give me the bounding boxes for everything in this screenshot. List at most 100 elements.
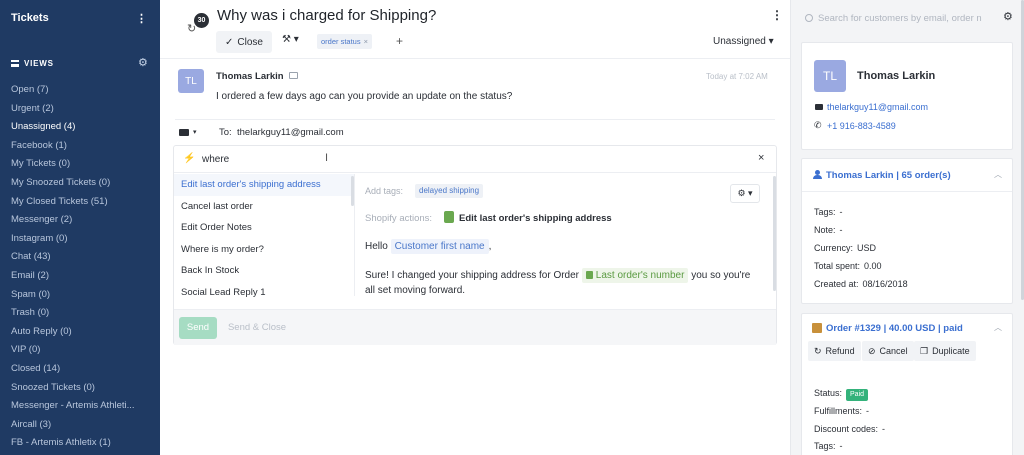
tag-label: order status bbox=[321, 37, 361, 46]
to-recipient[interactable]: thelarkguy11@gmail.com bbox=[237, 127, 344, 138]
sidebar-item[interactable]: VIP (0) bbox=[11, 344, 135, 363]
duplicate-button[interactable]: ❐ Duplicate bbox=[914, 341, 976, 361]
sidebar-item[interactable]: My Snoozed Tickets (0) bbox=[11, 177, 135, 196]
ticket-badge: ↻ 30 bbox=[184, 11, 209, 35]
customer-search-input[interactable] bbox=[818, 10, 990, 26]
preview-line: Sure! I changed your shipping address fo… bbox=[365, 268, 750, 283]
sidebar-item[interactable]: Email (2) bbox=[11, 270, 135, 289]
ticket-tag[interactable]: order status × bbox=[317, 34, 372, 49]
preview-text: , bbox=[488, 241, 492, 252]
macro-wand-button[interactable]: ⚒ ▾ bbox=[282, 34, 299, 45]
field-label: Tags: bbox=[814, 441, 836, 451]
views-list: Open (7) Urgent (2) Unassigned (4) Faceb… bbox=[11, 84, 135, 455]
field-row: Fulfillments: - bbox=[814, 406, 869, 416]
ticket-count-badge: 30 bbox=[194, 13, 209, 28]
mail-icon bbox=[815, 104, 823, 110]
send-bar: Send Send & Close bbox=[174, 309, 776, 345]
message-author[interactable]: Thomas Larkin bbox=[216, 71, 284, 82]
sidebar-item[interactable]: Auto Reply (0) bbox=[11, 326, 135, 345]
status-badge: Paid bbox=[846, 389, 869, 401]
assignee-dropdown[interactable]: Unassigned ▾ bbox=[713, 36, 774, 47]
divider bbox=[354, 174, 355, 296]
avatar: TL bbox=[178, 69, 204, 93]
sidebar-item[interactable]: Open (7) bbox=[11, 84, 135, 103]
sidebar-item[interactable]: Messenger - Artemis Athleti... bbox=[11, 400, 135, 419]
shopify-action: Edit last order's shipping address bbox=[459, 213, 612, 224]
search-icon bbox=[805, 14, 813, 22]
sidebar-item[interactable]: FB - Artemis Athletix (1) bbox=[11, 437, 135, 455]
macro-settings-gear-icon[interactable]: ⚙ ▾ bbox=[730, 184, 760, 203]
field-value: - bbox=[839, 441, 843, 451]
cancel-order-button[interactable]: ⊘ Cancel bbox=[862, 341, 914, 361]
sidebar-item[interactable]: Spam (0) bbox=[11, 289, 135, 308]
sidebar-item[interactable]: Closed (14) bbox=[11, 363, 135, 382]
close-label: Close bbox=[237, 36, 263, 48]
to-label: To: bbox=[219, 127, 232, 138]
chevron-up-icon[interactable]: ︿ bbox=[994, 169, 1002, 180]
macro-search-input[interactable] bbox=[202, 152, 502, 167]
macro-list: Edit last order's shipping address Cance… bbox=[174, 174, 354, 303]
field-row: Status: Paid bbox=[814, 388, 869, 401]
sidebar-item[interactable]: Aircall (3) bbox=[11, 419, 135, 438]
sidebar-item[interactable]: My Tickets (0) bbox=[11, 158, 135, 177]
field-row: Tags: - bbox=[814, 207, 843, 217]
field-label: Currency: bbox=[814, 243, 854, 253]
customer-name[interactable]: Thomas Larkin bbox=[857, 70, 935, 82]
summary-header[interactable]: Thomas Larkin | 65 order(s) ︿ bbox=[802, 159, 1012, 192]
views-header: VIEWS bbox=[11, 59, 54, 68]
macro-item[interactable]: Edit Order Notes bbox=[174, 217, 354, 239]
shopify-bag-icon bbox=[585, 271, 593, 279]
preview-line: all set moving forward. bbox=[365, 285, 466, 296]
sidebar-menu-icon[interactable]: ⋮ bbox=[136, 12, 147, 25]
customer-phone[interactable]: +1 916-883-4589 bbox=[827, 121, 896, 131]
panel-settings-gear-icon[interactable]: ⚙ bbox=[1003, 10, 1013, 23]
close-icon[interactable]: × bbox=[758, 152, 764, 164]
send-button[interactable]: Send bbox=[179, 317, 217, 339]
ticket-menu-icon[interactable]: ⋮ bbox=[771, 8, 783, 22]
add-tags-label: Add tags: bbox=[365, 186, 404, 196]
field-label: Note: bbox=[814, 225, 836, 235]
remove-tag-icon[interactable]: × bbox=[364, 37, 368, 46]
check-icon: ✓ bbox=[225, 36, 234, 48]
sidebar-item[interactable]: Instagram (0) bbox=[11, 233, 135, 252]
chevron-down-icon[interactable]: ▾ bbox=[193, 128, 197, 136]
sidebar-item[interactable]: Messenger (2) bbox=[11, 214, 135, 233]
sidebar-item-active[interactable]: Unassigned (4) bbox=[11, 121, 135, 140]
macro-item[interactable]: Cancel last order bbox=[174, 196, 354, 218]
preview-tag: delayed shipping bbox=[415, 184, 484, 198]
refund-label: Refund bbox=[825, 346, 855, 356]
reply-channel-mail-icon[interactable] bbox=[179, 129, 189, 136]
sidebar-item[interactable]: Trash (0) bbox=[11, 307, 135, 326]
chevron-up-icon[interactable]: ︿ bbox=[994, 322, 1002, 333]
ticket-title[interactable]: Why was i charged for Shipping? bbox=[217, 7, 436, 24]
field-row: Total spent: 0.00 bbox=[814, 261, 882, 271]
summary-title[interactable]: Thomas Larkin | 65 order(s) bbox=[826, 170, 951, 181]
macro-item[interactable]: Social Lead Reply 1 bbox=[174, 282, 354, 304]
views-settings-gear-icon[interactable]: ⚙ bbox=[138, 56, 148, 69]
preview-scrollbar[interactable] bbox=[773, 176, 776, 291]
add-tag-button[interactable]: + bbox=[396, 34, 403, 48]
field-value: 0.00 bbox=[864, 261, 882, 271]
sidebar-item[interactable]: Urgent (2) bbox=[11, 103, 135, 122]
order-title[interactable]: Order #1329 | 40.00 USD | paid bbox=[826, 323, 963, 334]
macro-item[interactable]: Where is my order? bbox=[174, 239, 354, 261]
field-row: Currency: USD bbox=[814, 243, 876, 253]
sidebar-item[interactable]: Facebook (1) bbox=[11, 140, 135, 159]
message-body: I ordered a few days ago can you provide… bbox=[216, 91, 513, 102]
text-cursor-icon: I bbox=[325, 152, 329, 164]
variable-label: Last order's number bbox=[595, 270, 685, 281]
customer-email[interactable]: thelarkguy11@gmail.com bbox=[827, 102, 928, 112]
sidebar-item[interactable]: Snoozed Tickets (0) bbox=[11, 382, 135, 401]
preview-text: you so you're bbox=[691, 270, 751, 281]
field-row: Tags: - bbox=[814, 441, 843, 451]
sidebar-item[interactable]: My Closed Tickets (51) bbox=[11, 196, 135, 215]
close-ticket-button[interactable]: ✓ Close bbox=[216, 31, 272, 53]
customer-panel: ⚙ TL Thomas Larkin thelarkguy11@gmail.co… bbox=[790, 0, 1024, 455]
macro-item-selected[interactable]: Edit last order's shipping address bbox=[174, 174, 354, 196]
bolt-icon: ⚡ bbox=[183, 153, 196, 164]
send-close-button[interactable]: Send & Close bbox=[222, 317, 292, 339]
wand-icon: ⚒ bbox=[282, 34, 291, 45]
refund-button[interactable]: ↻ Refund bbox=[808, 341, 861, 361]
sidebar-item[interactable]: Chat (43) bbox=[11, 251, 135, 270]
macro-item[interactable]: Back In Stock bbox=[174, 260, 354, 282]
